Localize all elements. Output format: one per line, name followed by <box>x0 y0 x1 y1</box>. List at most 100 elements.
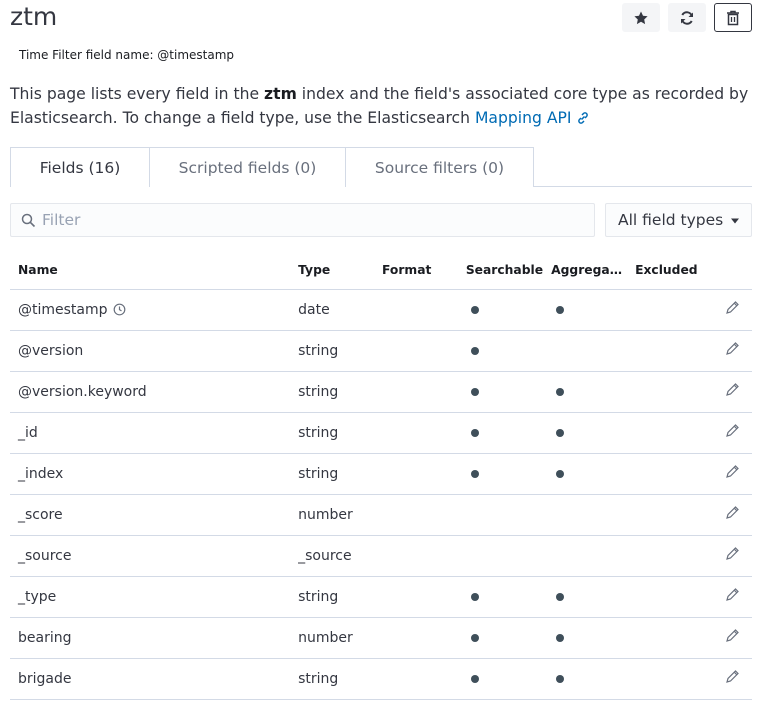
edit-field-button[interactable] <box>707 535 752 577</box>
field-searchable <box>457 330 544 372</box>
mapping-api-link-label: Mapping API <box>474 109 572 127</box>
filter-input[interactable] <box>40 210 580 230</box>
edit-field-button[interactable] <box>707 412 752 454</box>
tab-fields[interactable]: Fields (16) <box>10 147 150 187</box>
pencil-icon <box>726 424 739 437</box>
field-searchable <box>457 494 544 536</box>
edit-field-button[interactable] <box>707 330 752 372</box>
indicator-dot <box>470 428 479 437</box>
indicator-dot <box>556 674 565 683</box>
field-excluded <box>627 535 708 577</box>
indicator-dot <box>470 592 479 601</box>
field-type: string <box>290 658 374 700</box>
column-header-aggregatable[interactable]: Aggregat... <box>543 252 628 290</box>
fields-table: Name Type Format Searchable Aggregat... … <box>10 252 752 700</box>
field-searchable <box>457 453 544 495</box>
field-name: @timestamp <box>18 301 108 318</box>
table-row: _source _source <box>10 535 752 577</box>
field-format <box>373 576 458 618</box>
refresh-icon <box>681 10 693 25</box>
field-name: @version.keyword <box>18 383 147 400</box>
field-excluded <box>627 658 708 700</box>
field-format <box>373 330 458 372</box>
field-aggregatable <box>543 330 628 372</box>
indicator-dot <box>470 674 479 683</box>
filter-field <box>10 203 595 237</box>
mapping-api-link[interactable]: Mapping API <box>475 109 591 127</box>
page-title: ztm <box>10 2 58 31</box>
indicator-dot <box>470 633 479 642</box>
page-actions <box>622 3 752 32</box>
caret-down-icon <box>731 218 739 224</box>
field-excluded <box>627 330 708 372</box>
field-type-select-value: All field types <box>618 211 724 229</box>
pencil-icon <box>726 383 739 396</box>
field-format <box>373 412 458 454</box>
column-header-name[interactable]: Name <box>10 252 291 290</box>
clock-icon <box>113 303 125 316</box>
field-type: date <box>290 289 374 331</box>
field-excluded <box>627 371 708 413</box>
column-header-excluded[interactable]: Excluded <box>627 252 708 290</box>
field-searchable <box>457 617 544 659</box>
tab-scripted-fields[interactable]: Scripted fields (0) <box>149 147 346 187</box>
edit-field-button[interactable] <box>707 617 752 659</box>
pencil-icon <box>726 629 739 642</box>
edit-field-button[interactable] <box>707 494 752 536</box>
indicator-dot <box>556 305 565 314</box>
column-header-type[interactable]: Type <box>290 252 374 290</box>
edit-field-button[interactable] <box>707 658 752 700</box>
indicator-dot <box>556 387 565 396</box>
field-type: string <box>290 576 374 618</box>
indicator-dot <box>556 469 565 478</box>
field-aggregatable <box>543 617 628 659</box>
table-header-row: Name Type Format Searchable Aggregat... … <box>10 252 752 290</box>
field-format <box>373 658 458 700</box>
field-name: bearing <box>18 629 72 646</box>
field-aggregatable <box>543 453 628 495</box>
field-excluded <box>627 412 708 454</box>
field-type: _source <box>290 535 374 577</box>
table-row: bearing number <box>10 617 752 659</box>
field-searchable <box>457 658 544 700</box>
time-filter-label: Time Filter field name: @timestamp <box>19 48 235 62</box>
tab-source-filters[interactable]: Source filters (0) <box>345 147 534 187</box>
search-icon <box>21 213 36 227</box>
star-icon <box>634 11 648 24</box>
edit-field-button[interactable] <box>707 289 752 331</box>
edit-field-button[interactable] <box>707 576 752 618</box>
indicator-dot <box>470 305 479 314</box>
field-name-cell: @version.keyword <box>10 371 291 413</box>
field-name-cell: @version <box>10 330 291 372</box>
field-excluded <box>627 494 708 536</box>
field-name: _type <box>18 588 57 605</box>
field-excluded <box>627 576 708 618</box>
field-aggregatable <box>543 576 628 618</box>
field-format <box>373 617 458 659</box>
favorite-button[interactable] <box>622 3 660 32</box>
table-row: @version string <box>10 330 752 372</box>
delete-button[interactable] <box>714 3 752 32</box>
field-format <box>373 453 458 495</box>
field-name-cell: bearing <box>10 617 291 659</box>
indicator-dot <box>556 428 565 437</box>
column-header-format[interactable]: Format <box>373 252 458 290</box>
field-excluded <box>627 289 708 331</box>
refresh-button[interactable] <box>668 3 706 32</box>
pencil-icon <box>726 506 739 519</box>
field-searchable <box>457 289 544 331</box>
edit-field-button[interactable] <box>707 371 752 413</box>
table-row: _index string <box>10 453 752 495</box>
pencil-icon <box>726 301 739 314</box>
field-type-select[interactable]: All field types <box>605 203 752 237</box>
description-text: This page lists every field in the <box>10 85 265 103</box>
field-excluded <box>627 617 708 659</box>
indicator-dot <box>556 592 565 601</box>
table-row: @timestamp date <box>10 289 752 331</box>
field-name: brigade <box>18 670 72 687</box>
column-header-searchable[interactable]: Searchable <box>457 252 544 290</box>
pencil-icon <box>726 342 739 355</box>
field-name: _score <box>18 506 63 523</box>
edit-field-button[interactable] <box>707 453 752 495</box>
field-excluded <box>627 453 708 495</box>
